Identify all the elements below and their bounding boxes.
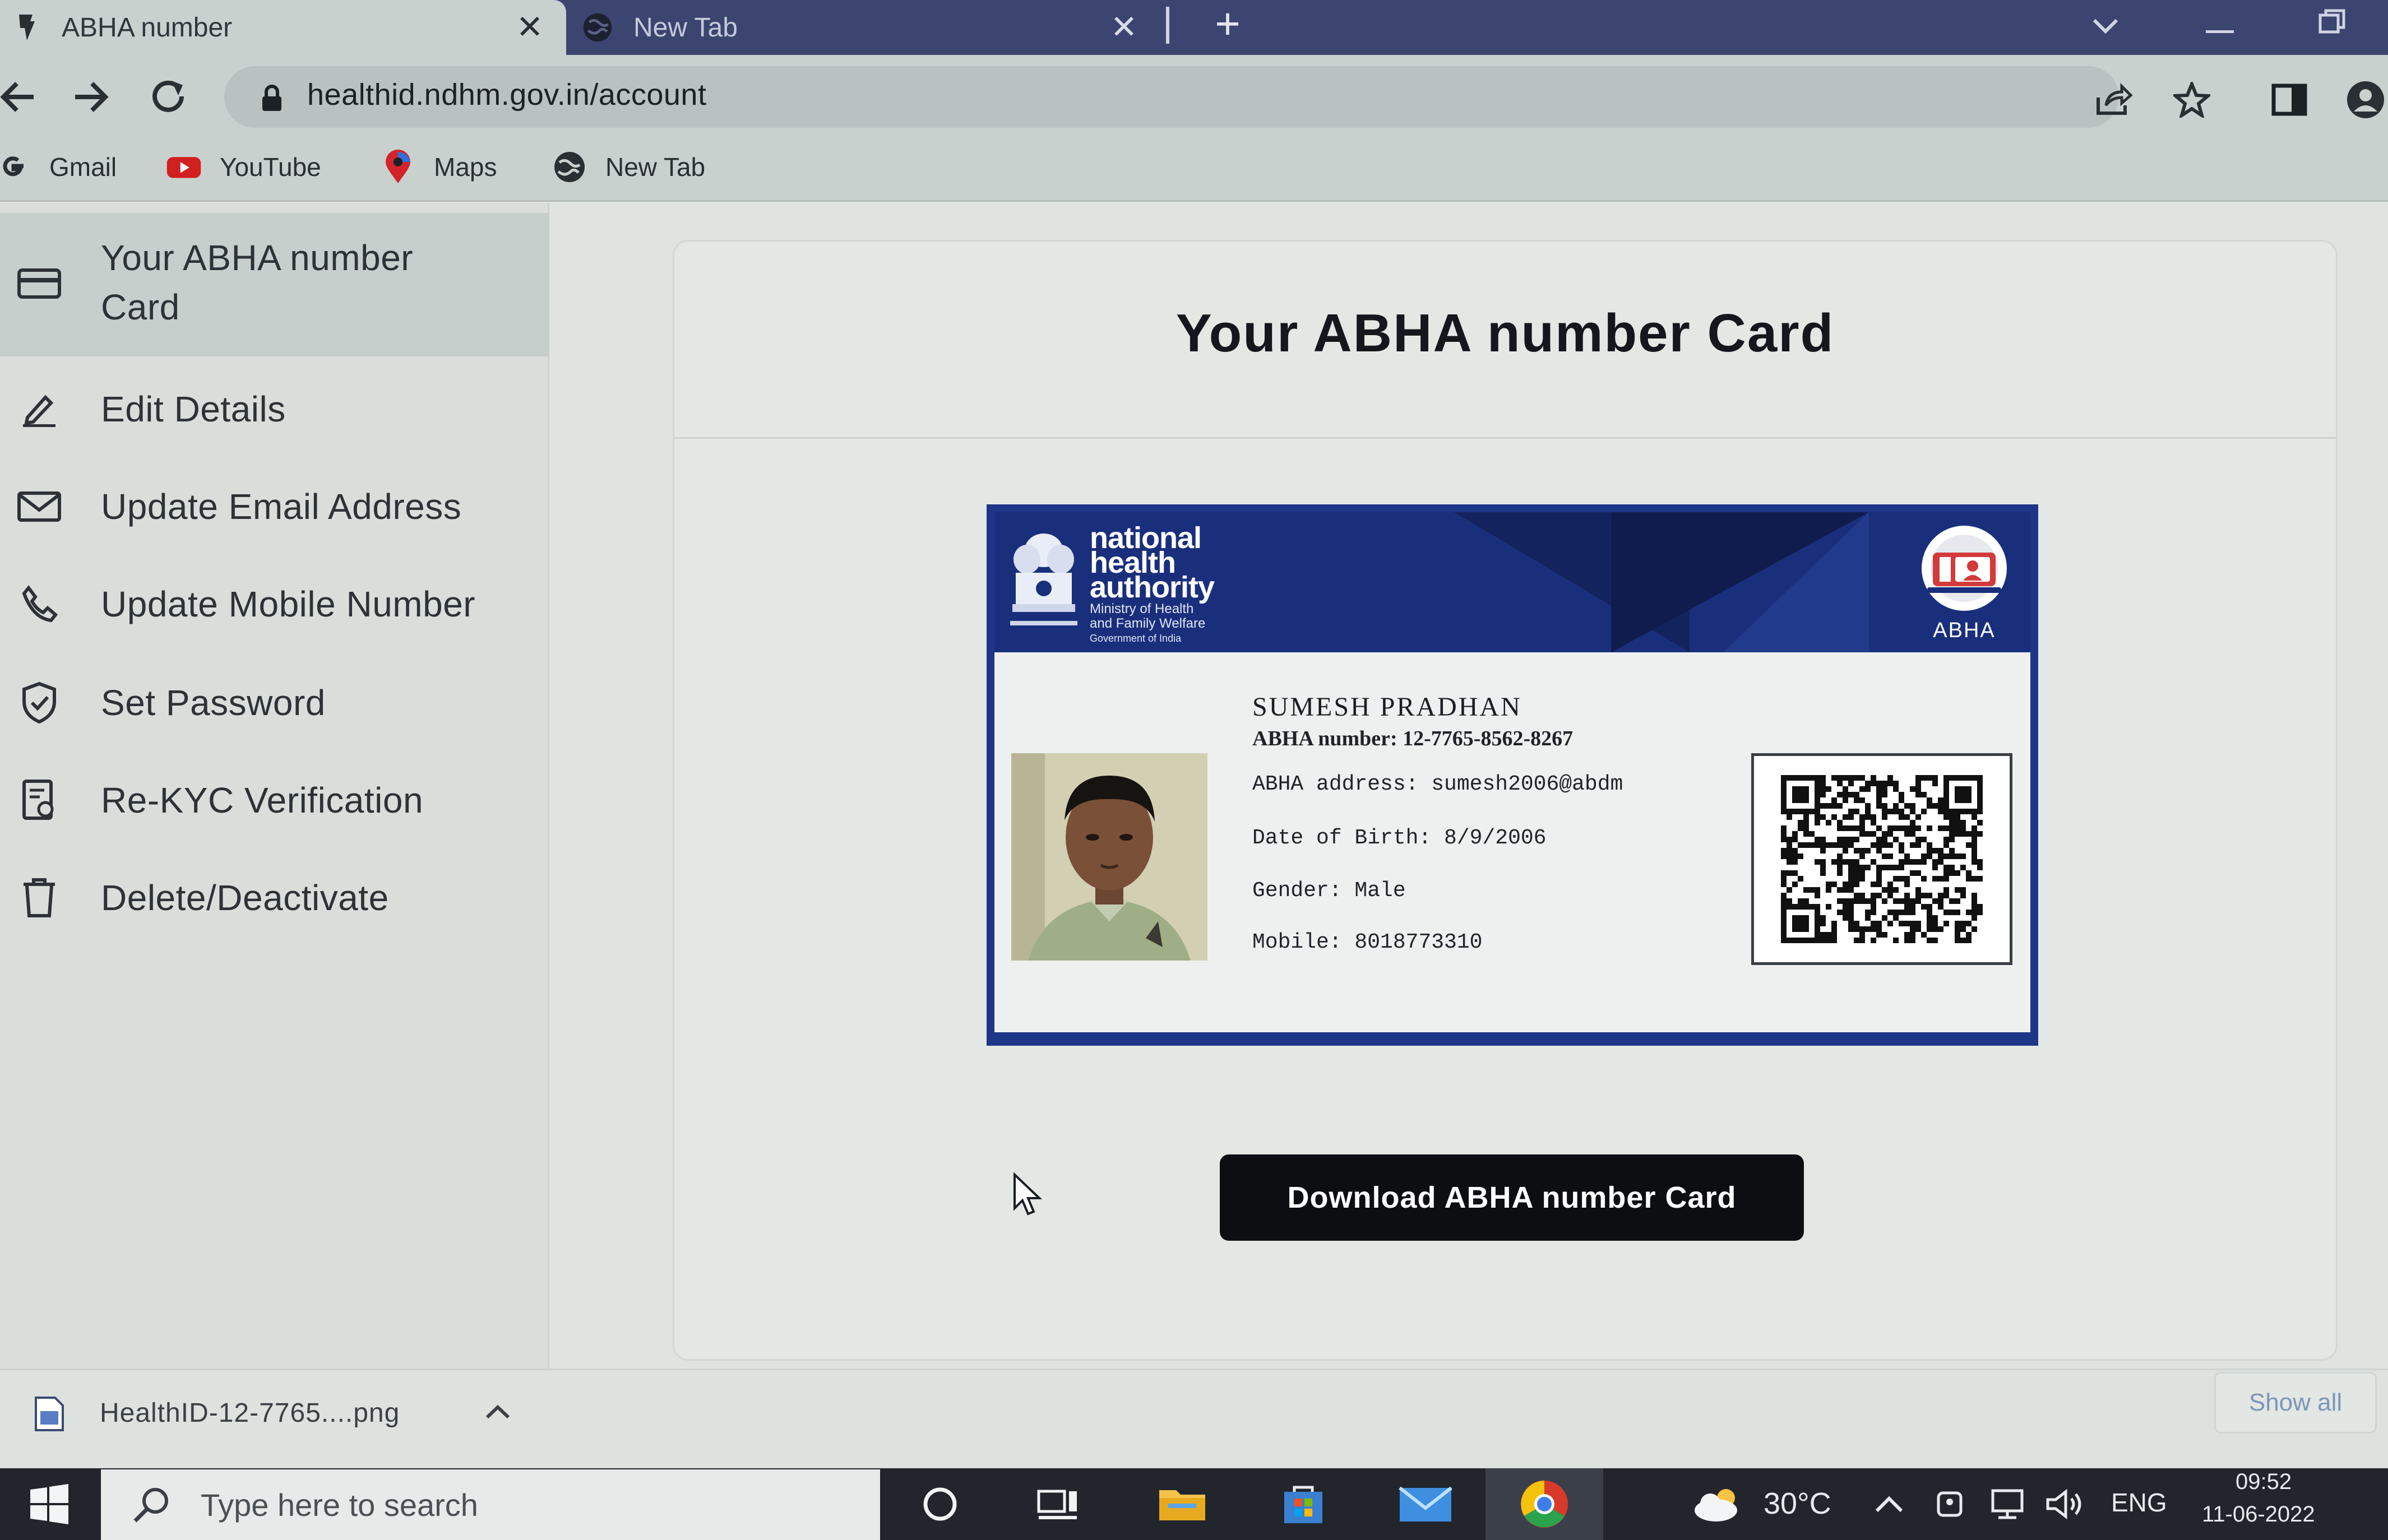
youtube-icon <box>166 149 202 185</box>
lock-icon[interactable] <box>258 84 286 112</box>
abha-number: ABHA number: 12-7765-8562-8267 <box>1252 727 1574 750</box>
show-all-downloads-button[interactable]: Show all <box>2214 1372 2377 1434</box>
microsoft-store-icon[interactable] <box>1272 1476 1334 1532</box>
kyc-document-icon <box>16 777 63 824</box>
qr-code <box>1751 753 2012 965</box>
sidebar-item-label: Update Mobile Number <box>101 584 476 624</box>
url-text[interactable]: healthid.ndhm.gov.in/account <box>307 77 706 112</box>
taskbar-search-box[interactable]: Type here to search <box>101 1469 880 1540</box>
chevron-up-tray-icon[interactable] <box>1867 1476 1912 1532</box>
share-icon[interactable] <box>2091 77 2136 122</box>
volume-icon[interactable] <box>2040 1476 2091 1532</box>
chrome-globe-icon <box>582 12 613 43</box>
bookmark-youtube[interactable]: YouTube <box>166 145 321 189</box>
forward-arrow-icon[interactable] <box>66 72 117 122</box>
new-tab-button[interactable]: + <box>1205 2 1250 47</box>
mail-icon[interactable] <box>1395 1476 1456 1532</box>
mouse-cursor-icon <box>1012 1172 1046 1217</box>
holder-name: SUMESH PRADHAN <box>1252 692 1522 722</box>
google-icon <box>0 149 31 185</box>
bookmark-star-icon[interactable] <box>2169 77 2214 122</box>
phone-icon <box>16 581 63 628</box>
shield-check-icon <box>16 679 63 726</box>
chevron-up-icon[interactable] <box>481 1399 515 1432</box>
bookmark-maps[interactable]: Maps <box>380 145 497 189</box>
card-banner: national health authority Ministry of He… <box>994 512 2030 652</box>
org-name-line: authority <box>1090 570 1215 604</box>
page-title: Your ABHA number Card <box>1176 303 1835 363</box>
panel-divider <box>674 437 2336 439</box>
bookmarks-bar <box>0 139 2388 202</box>
downloaded-file-name[interactable]: HealthID-12-7765....png <box>100 1398 400 1428</box>
clock-time[interactable]: 09:52 <box>2236 1469 2292 1495</box>
restore-window-icon[interactable] <box>2310 4 2354 44</box>
card-icon <box>16 260 63 307</box>
task-view-icon[interactable] <box>1027 1476 1089 1532</box>
bookmark-new-tab[interactable]: New Tab <box>552 145 705 189</box>
sidebar-item-update-email[interactable]: Update Email Address <box>0 479 549 535</box>
clock-date[interactable]: 11-06-2022 <box>2202 1502 2315 1527</box>
tab-separator <box>1166 7 1169 44</box>
tab-search-chevron-icon[interactable] <box>2083 4 2128 44</box>
meet-now-icon[interactable] <box>1929 1476 1974 1532</box>
tab-title: New Tab <box>633 12 738 43</box>
sidebar-item-edit-details[interactable]: Edit Details <box>0 381 549 437</box>
abha-favicon-icon <box>10 12 41 43</box>
ministry-line: and Family Welfare <box>1090 616 1206 631</box>
input-language[interactable]: ENG <box>2111 1487 2167 1518</box>
search-placeholder: Type here to search <box>201 1487 478 1523</box>
sidebar-item-label: Re-KYC Verification <box>101 780 424 820</box>
bookmark-gmail[interactable]: Gmail <box>0 145 117 189</box>
sidebar-item-label: Edit Details <box>101 389 286 429</box>
sidebar-item-abha-card[interactable]: Your ABHA number Card <box>0 213 549 356</box>
sidebar-item-label: Your ABHA number Card <box>101 238 414 327</box>
date-of-birth: Date of Birth: 8/9/2006 <box>1252 826 1547 850</box>
network-icon[interactable] <box>1984 1476 2035 1532</box>
abha-logo-label: ABHA <box>1933 619 1996 642</box>
chrome-taskbar-icon[interactable] <box>1485 1468 1603 1540</box>
windows-start-icon[interactable] <box>0 1468 99 1540</box>
maps-pin-icon <box>380 149 416 185</box>
globe-icon <box>552 149 587 185</box>
sidebar-item-update-mobile[interactable]: Update Mobile Number <box>0 576 549 632</box>
holder-photo <box>1011 753 1207 961</box>
reload-icon[interactable] <box>144 72 194 122</box>
cortana-circle-icon[interactable] <box>909 1476 971 1532</box>
download-abha-card-button[interactable]: Download ABHA number Card <box>1220 1154 1804 1241</box>
tab-title: ABHA number <box>62 12 233 43</box>
ministry-line: Government of India <box>1090 633 1182 644</box>
tab-new-tab[interactable]: New Tab ✕ <box>572 0 1160 55</box>
tab-abha-number[interactable]: ABHA number ✕ <box>0 0 566 55</box>
back-arrow-icon[interactable] <box>0 72 43 122</box>
sidebar-item-label: Set Password <box>101 683 326 723</box>
pencil-icon <box>16 386 63 433</box>
abha-address: ABHA address: sumesh2006@abdm <box>1252 772 1623 796</box>
file-explorer-icon[interactable] <box>1151 1476 1213 1532</box>
tab-close-icon[interactable]: ✕ <box>1104 8 1144 47</box>
profile-avatar-icon[interactable] <box>2343 77 2388 122</box>
temperature[interactable]: 30°C <box>1764 1486 1831 1521</box>
gender: Gender: Male <box>1252 879 1406 903</box>
abha-card-image: national health authority Ministry of He… <box>987 504 2038 1046</box>
sidebar-item-rekyc[interactable]: Re-KYC Verification <box>0 772 549 828</box>
mobile-number: Mobile: 8018773310 <box>1252 930 1483 954</box>
trash-icon <box>16 874 63 921</box>
national-emblem-icon <box>1005 528 1083 640</box>
sidebar-item-set-password[interactable]: Set Password <box>0 675 549 731</box>
sidebar-item-delete-deactivate[interactable]: Delete/Deactivate <box>0 870 549 926</box>
ministry-line: Ministry of Health <box>1090 601 1194 616</box>
search-icon <box>129 1482 174 1527</box>
weather-cloud-icon[interactable] <box>1687 1476 1749 1532</box>
minimize-icon[interactable] <box>2197 4 2242 44</box>
image-file-icon[interactable] <box>34 1395 65 1432</box>
tab-close-icon[interactable]: ✕ <box>510 8 549 47</box>
side-panel-icon[interactable] <box>2267 77 2312 122</box>
envelope-icon <box>16 483 63 530</box>
sidebar-item-label: Delete/Deactivate <box>101 878 389 918</box>
sidebar-item-label: Update Email Address <box>101 486 462 527</box>
